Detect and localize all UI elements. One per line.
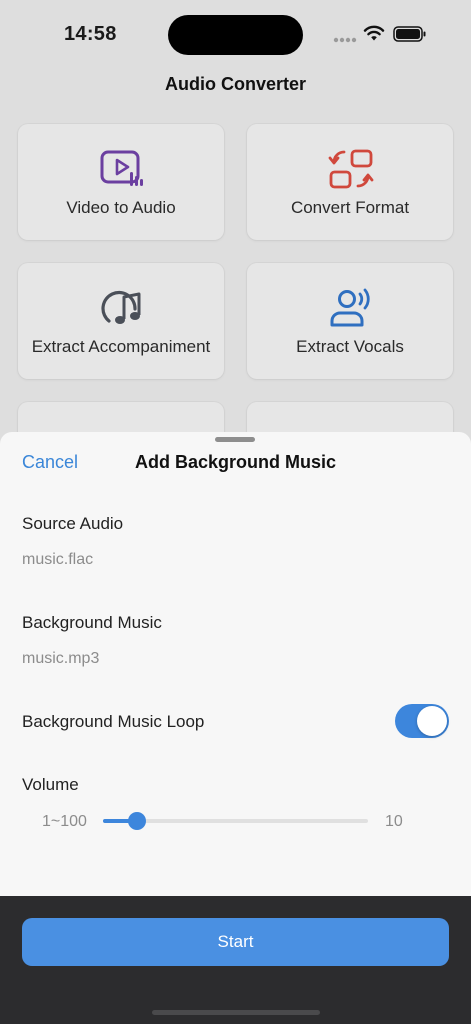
app-title: Audio Converter <box>164 74 306 94</box>
sheet-title: Add Background Music <box>134 452 336 472</box>
tile-label: Video to Audio <box>66 198 176 217</box>
battery-icon <box>393 26 426 42</box>
tile-extract-vocals[interactable]: Extract Vocals <box>247 263 453 379</box>
loop-label: Background Music Loop <box>22 712 205 731</box>
status-time: 14:58 <box>64 23 117 45</box>
bottom-bar: Start <box>0 896 471 1024</box>
slider-thumb[interactable] <box>128 812 147 830</box>
tile-video-to-audio[interactable]: Video to Audio <box>18 124 224 240</box>
tile-label: Extract Vocals <box>296 337 404 356</box>
volume-slider[interactable] <box>103 808 368 834</box>
start-button[interactable]: Start <box>22 918 449 966</box>
source-audio-label: Source Audio <box>22 514 124 533</box>
volume-label: Volume <box>22 775 79 794</box>
tile-label: Extract Accompaniment <box>31 337 211 356</box>
tile-label: Convert Format <box>290 198 410 217</box>
source-audio-value[interactable]: music.flac <box>22 551 93 569</box>
background-music-label: Background Music <box>22 613 162 632</box>
wifi-icon <box>363 25 385 41</box>
volume-value: 10 <box>385 813 403 830</box>
background-music-value[interactable]: music.mp3 <box>22 650 99 668</box>
volume-range-text: 1~100 <box>42 813 87 830</box>
home-indicator <box>152 1010 320 1015</box>
tile-extract-accompaniment[interactable]: Extract Accompaniment <box>18 263 224 379</box>
loop-toggle[interactable] <box>395 704 449 738</box>
video-to-audio-icon <box>100 150 143 186</box>
convert-format-icon <box>328 149 374 189</box>
music-note-icon <box>101 290 141 324</box>
vocals-icon <box>330 288 370 327</box>
add-background-music-sheet: Cancel Add Background Music Source Audio… <box>0 432 471 896</box>
status-bar: 14:58 <box>0 0 471 70</box>
cellular-signal-icon <box>333 37 357 43</box>
sheet-grabber[interactable] <box>215 437 255 442</box>
dynamic-island <box>168 15 303 55</box>
toggle-knob <box>417 706 447 736</box>
tile-convert-format[interactable]: Convert Format <box>247 124 453 240</box>
